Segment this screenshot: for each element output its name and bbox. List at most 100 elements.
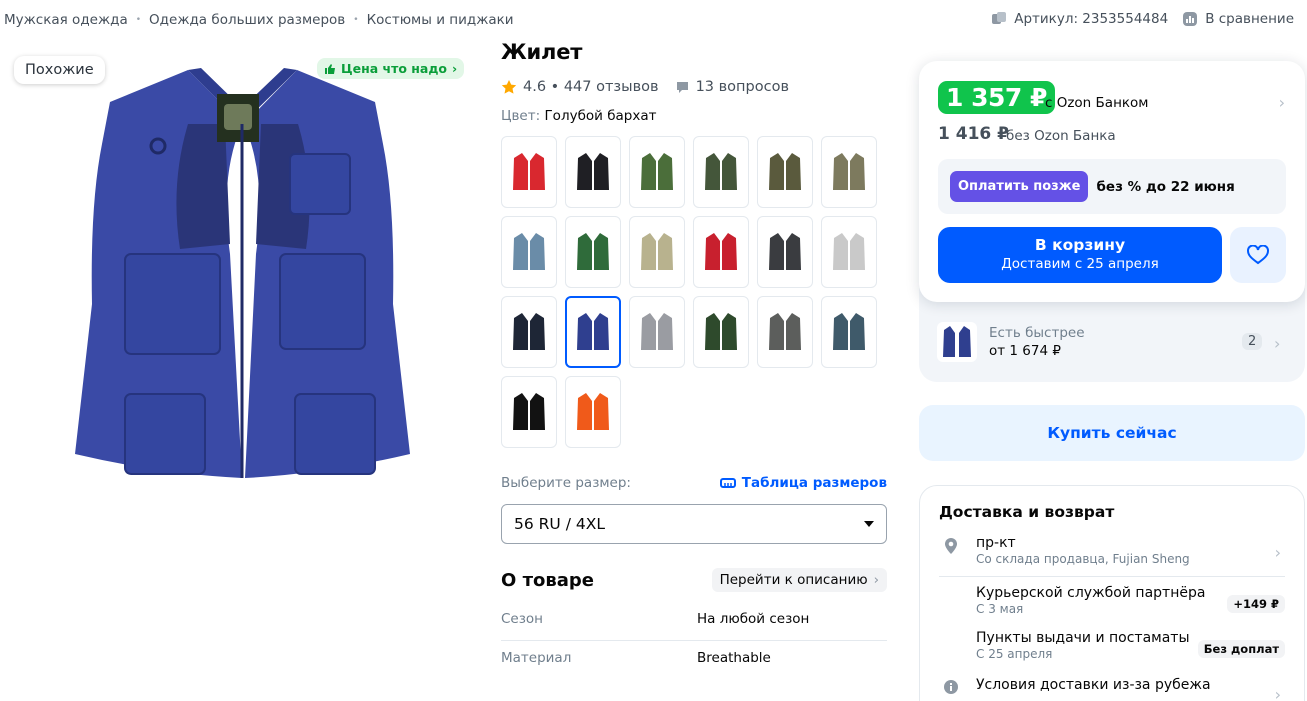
location-pin-icon	[945, 538, 957, 554]
vest-thumbnail-icon	[833, 313, 865, 350]
vest-thumbnail-icon	[577, 153, 609, 190]
vest-thumbnail-icon	[705, 153, 737, 190]
vest-thumbnail-icon	[577, 233, 609, 270]
vest-thumbnail-icon	[641, 313, 673, 350]
color-swatch[interactable]	[757, 136, 813, 208]
star-icon	[501, 80, 517, 94]
product-main-image[interactable]	[70, 64, 415, 496]
similar-button[interactable]: Похожие	[14, 56, 105, 84]
buy-now-button[interactable]: Купить сейчас	[919, 405, 1305, 461]
delivery-courier-row[interactable]: Курьерской службой партнёра С 3 мая +149…	[939, 585, 1285, 616]
color-swatch[interactable]	[501, 136, 557, 208]
compare-label: В сравнение	[1205, 11, 1294, 27]
color-swatch[interactable]	[565, 216, 621, 288]
vest-thumbnail-icon	[705, 233, 737, 270]
color-swatch[interactable]	[757, 296, 813, 368]
top-actions: Артикул: 2353554484 В сравнение	[991, 11, 1294, 27]
color-swatch[interactable]	[693, 136, 749, 208]
color-swatch[interactable]	[821, 136, 877, 208]
vest-thumbnail-icon	[769, 313, 801, 350]
color-swatch[interactable]	[821, 296, 877, 368]
color-swatch[interactable]	[693, 296, 749, 368]
color-swatch[interactable]	[501, 216, 557, 288]
color-swatch[interactable]	[821, 216, 877, 288]
size-label: Выберите размер:	[501, 475, 631, 491]
faster-offer-title: Есть быстрее	[989, 325, 1085, 341]
color-swatch[interactable]	[565, 136, 621, 208]
delivery-date-label: Доставим с 25 апреля	[1001, 256, 1159, 272]
good-price-badge[interactable]: Цена что надо ›	[317, 58, 465, 79]
vest-thumbnail-icon	[641, 153, 673, 190]
article-number: Артикул: 2353554484	[1014, 11, 1169, 27]
chevron-right-icon: ›	[873, 572, 879, 588]
delivery-address: пр-кт	[976, 535, 1016, 551]
color-swatch[interactable]	[693, 216, 749, 288]
color-swatch[interactable]	[629, 296, 685, 368]
article-copy[interactable]: Артикул: 2353554484	[991, 11, 1168, 27]
color-swatch[interactable]	[629, 216, 685, 288]
vest-thumbnail-icon	[577, 393, 609, 430]
color-swatch[interactable]	[501, 296, 557, 368]
spec-row: Материал Breathable	[501, 641, 887, 679]
delivery-pickup-row[interactable]: Пункты выдачи и постаматы С 25 апреля Бе…	[939, 630, 1285, 661]
delivery-address-row[interactable]: пр-кт Со склада продавца, Fujian Sheng ›	[939, 535, 1285, 577]
ruler-icon	[719, 478, 736, 488]
pay-later-block[interactable]: Оплатить позже без % до 22 июня	[938, 159, 1286, 214]
spec-list: Сезон На любой сезон Материал Breathable	[501, 602, 887, 679]
pay-later-button[interactable]: Оплатить позже	[950, 171, 1089, 202]
goto-description-label: Перейти к описанию	[719, 572, 868, 588]
breadcrumb-item[interactable]: Одежда больших размеров	[149, 12, 345, 28]
chevron-right-icon[interactable]: ›	[1279, 93, 1285, 112]
about-header: О товаре Перейти к описанию ›	[501, 568, 887, 592]
faster-offer[interactable]: Есть быстрее от 1 674 ₽	[937, 322, 1085, 362]
color-swatches	[501, 136, 887, 448]
vest-thumbnail-icon	[641, 233, 673, 270]
faster-offer-price: от 1 674 ₽	[989, 343, 1061, 359]
chat-bubble-icon	[676, 81, 688, 93]
color-swatch[interactable]	[757, 216, 813, 288]
compare-button[interactable]: В сравнение	[1182, 11, 1294, 27]
breadcrumb: Мужская одежда • Одежда больших размеров…	[4, 12, 514, 28]
good-price-label: Цена что надо	[341, 61, 448, 76]
size-select[interactable]: 56 RU / 4XL	[501, 504, 887, 544]
color-swatch[interactable]	[629, 136, 685, 208]
delivery-abroad-row[interactable]: Условия доставки из-за рубежа ›	[939, 677, 1285, 701]
faster-offer-thumbnail	[937, 322, 977, 362]
vest-thumbnail-icon	[833, 233, 865, 270]
spec-row: Сезон На любой сезон	[501, 602, 887, 641]
rating-reviews[interactable]: 4.6 • 447 отзывов	[523, 79, 659, 95]
info-icon	[944, 680, 958, 694]
vest-thumbnail-icon	[513, 153, 545, 190]
buy-card: 1 357 ₽ с Ozon Банком 1 416 ₽ без Ozon Б…	[919, 61, 1305, 302]
breadcrumb-separator: •	[353, 15, 359, 25]
spec-key: Материал	[501, 650, 572, 666]
goto-description-button[interactable]: Перейти к описанию ›	[711, 568, 887, 592]
breadcrumb-separator: •	[135, 15, 142, 25]
favorite-button[interactable]	[1230, 227, 1286, 283]
questions-link[interactable]: 13 вопросов	[675, 79, 789, 95]
color-value: Голубой бархат	[544, 108, 657, 124]
vest-thumbnail-icon	[705, 313, 737, 350]
breadcrumb-item[interactable]: Мужская одежда	[4, 12, 128, 28]
delivery-abroad-label: Условия доставки из-за рубежа	[976, 677, 1211, 693]
chevron-right-icon: ›	[452, 61, 458, 76]
vest-thumbnail-icon	[577, 313, 609, 350]
vest-thumbnail-icon	[513, 313, 545, 350]
breadcrumb-item[interactable]: Костюмы и пиджаки	[367, 12, 514, 28]
size-table-link[interactable]: Таблица размеров	[719, 475, 887, 491]
color-label: Цвет:	[501, 108, 541, 124]
color-swatch[interactable]	[565, 296, 621, 368]
pay-later-text: без % до 22 июня	[1096, 178, 1235, 195]
product-title: Жилет	[501, 40, 583, 64]
regular-price-label: без Ozon Банка	[1006, 128, 1116, 144]
color-swatch[interactable]	[501, 376, 557, 448]
add-to-cart-label: В корзину	[1034, 236, 1126, 254]
chevron-right-icon[interactable]: ›	[1274, 334, 1280, 353]
color-swatch[interactable]	[565, 376, 621, 448]
ozon-bank-price[interactable]: 1 357 ₽	[938, 81, 1055, 114]
spec-value: На любой сезон	[697, 611, 810, 627]
vest-thumbnail-icon	[769, 233, 801, 270]
vest-thumbnail-icon	[833, 153, 865, 190]
product-gallery[interactable]: Похожие Цена что надо ›	[0, 44, 475, 514]
add-to-cart-button[interactable]: В корзину Доставим с 25 апреля	[938, 227, 1222, 283]
